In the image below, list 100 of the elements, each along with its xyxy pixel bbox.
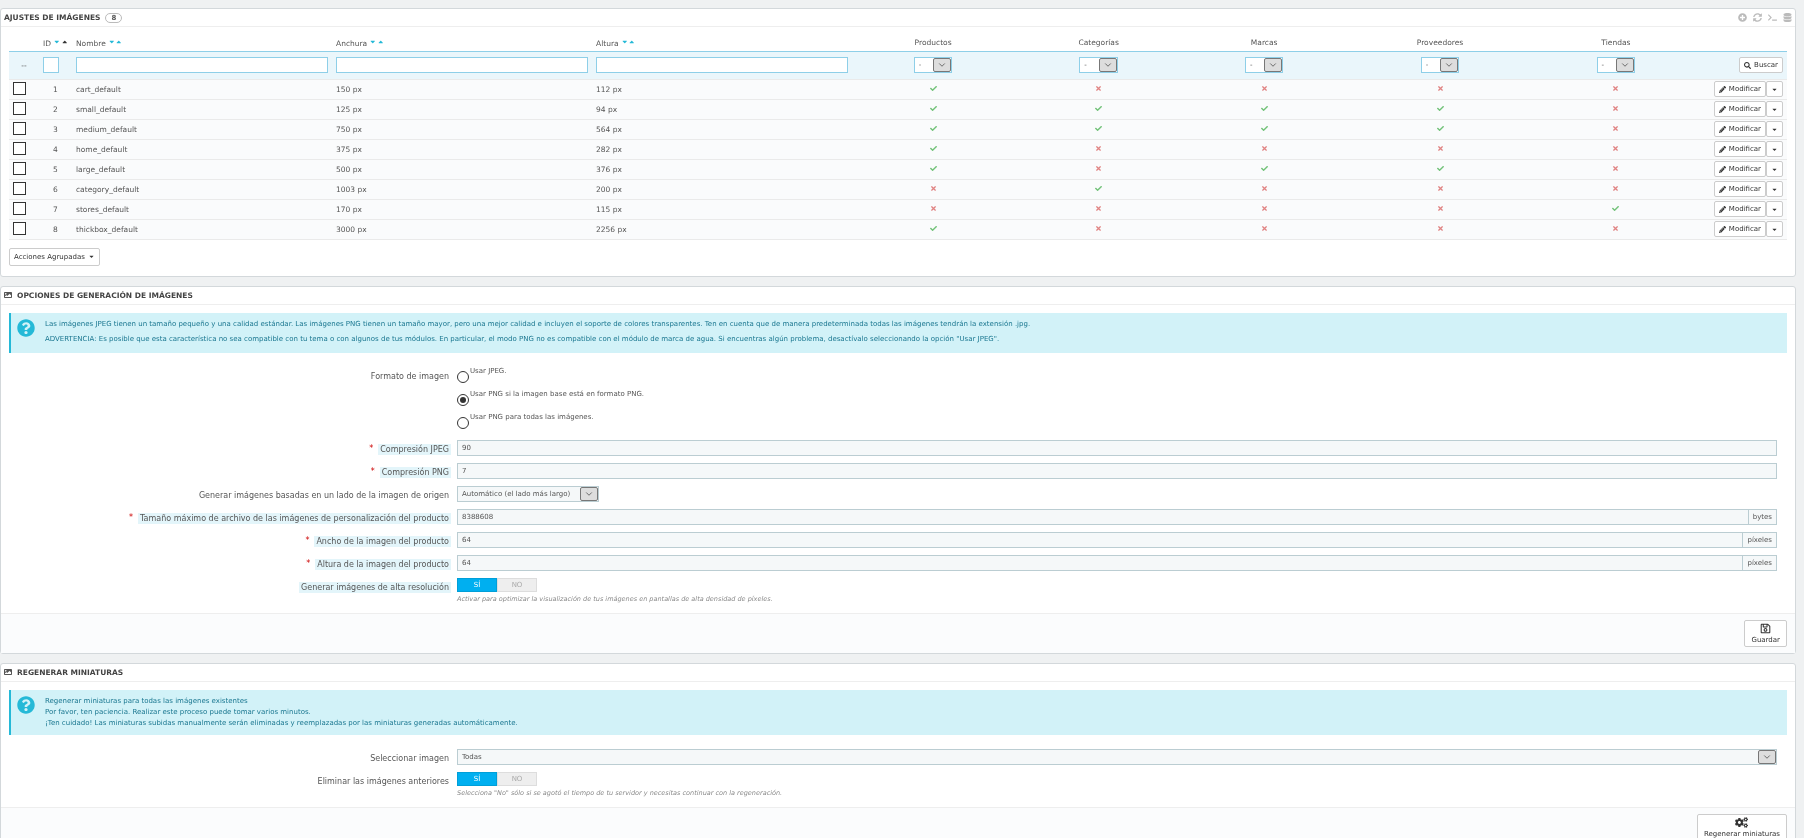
row-checkbox[interactable]: [13, 201, 26, 215]
radio-button[interactable]: [457, 393, 469, 406]
pencil-icon: [1718, 225, 1726, 233]
row-checkbox[interactable]: [13, 101, 26, 115]
field-label: Generar imágenes de alta resolución: [299, 581, 451, 593]
cross-icon: [1612, 184, 1620, 192]
field-label: Tamaño máximo de archivo de las imágenes de personalización del producto: [138, 512, 451, 524]
cross-icon: [1436, 184, 1444, 192]
row-checkbox[interactable]: [13, 181, 26, 195]
cross-icon: [1260, 204, 1268, 212]
radio-button[interactable]: [457, 416, 469, 429]
cross-icon: [1095, 204, 1103, 212]
filter-field[interactable]: [596, 57, 848, 73]
check-icon: [1612, 204, 1620, 212]
row-checkbox[interactable]: [13, 121, 26, 135]
dropdown-toggle[interactable]: [1766, 201, 1783, 217]
chevron-icon: [1620, 60, 1631, 70]
chevron-icon: [1268, 60, 1279, 70]
chevron-icon: [937, 60, 948, 70]
cross-icon: [929, 184, 937, 192]
dropdown-toggle[interactable]: [1766, 121, 1783, 137]
check-icon: [1436, 124, 1444, 132]
radio-button[interactable]: [457, 370, 469, 383]
check-icon: [929, 124, 937, 132]
add-icon[interactable]: [1738, 13, 1747, 22]
check-icon: [1095, 184, 1103, 192]
cross-icon: [1436, 84, 1444, 92]
dropdown-toggle[interactable]: [1766, 221, 1783, 237]
check-icon: [1436, 104, 1444, 112]
dropdown-toggle[interactable]: [1766, 141, 1783, 157]
check-icon: [1260, 124, 1268, 132]
terminal-icon[interactable]: [1768, 13, 1777, 22]
cross-icon: [1612, 84, 1620, 92]
dropdown-toggle[interactable]: [1766, 181, 1783, 197]
cross-icon: [1612, 124, 1620, 132]
pencil-icon: [1718, 125, 1726, 133]
pencil-icon: [1718, 185, 1726, 193]
cross-icon: [1095, 144, 1103, 152]
row-checkbox[interactable]: [13, 161, 26, 175]
check-icon: [929, 84, 937, 92]
check-icon: [1260, 164, 1268, 172]
cross-icon: [1260, 84, 1268, 92]
pencil-icon: [1718, 105, 1726, 113]
row-checkbox[interactable]: [13, 81, 26, 95]
pencil-icon: [1718, 165, 1726, 173]
caret-icon: [87, 253, 95, 260]
dropdown-toggle[interactable]: [1766, 161, 1783, 177]
row-checkbox[interactable]: [13, 141, 26, 155]
field-label: Ancho de la imagen del producto: [314, 535, 451, 547]
check-icon: [929, 224, 937, 232]
dropdown-toggle[interactable]: [1766, 81, 1783, 97]
filter-field[interactable]: [43, 57, 59, 73]
chevron-icon: [1102, 60, 1113, 70]
sort-down-icon[interactable]: [107, 38, 116, 46]
field-label: Eliminar las imágenes anteriores: [316, 775, 450, 787]
check-icon: [1436, 164, 1444, 172]
image-icon: [4, 668, 12, 676]
cross-icon: [1612, 224, 1620, 232]
help-icon: [17, 695, 35, 714]
field-label: Compresión JPEG: [378, 443, 451, 455]
filter-field[interactable]: [76, 57, 328, 73]
check-icon: [1260, 104, 1268, 112]
cross-icon: [1095, 84, 1103, 92]
help-icon: [17, 318, 35, 337]
field-label: Formato de imagen: [369, 370, 450, 382]
row-checkbox[interactable]: [13, 221, 26, 235]
filter-field[interactable]: [336, 57, 588, 73]
sort-down-icon[interactable]: [620, 38, 629, 46]
check-icon: [1095, 124, 1103, 132]
cross-icon: [1436, 144, 1444, 152]
sort-down-icon[interactable]: [369, 38, 377, 46]
cross-icon: [1612, 104, 1620, 112]
field-label: Seleccionar imagen: [369, 752, 450, 764]
check-icon: [929, 144, 937, 152]
cross-icon: [1095, 164, 1103, 172]
database-icon[interactable]: [1783, 13, 1792, 22]
sort-up-icon[interactable]: [60, 38, 68, 46]
pencil-icon: [1718, 205, 1726, 213]
cross-icon: [929, 204, 937, 212]
required-mark: *: [129, 512, 134, 522]
cross-icon: [1436, 204, 1444, 212]
cross-icon: [1095, 224, 1103, 232]
gears-icon: [1735, 816, 1749, 828]
check-icon: [1095, 104, 1103, 112]
image-icon: [4, 291, 12, 299]
required-mark: *: [305, 535, 310, 545]
refresh-icon[interactable]: [1753, 13, 1762, 22]
save-icon: [1759, 622, 1773, 634]
cross-icon: [1260, 144, 1268, 152]
check-icon: [929, 164, 937, 172]
pencil-icon: [1718, 85, 1726, 93]
cross-icon: [1612, 144, 1620, 152]
field-label: Compresión PNG: [379, 466, 451, 478]
pencil-icon: [1718, 145, 1726, 153]
search-icon: [1744, 61, 1752, 69]
cross-icon: [1612, 164, 1620, 172]
required-mark: *: [306, 558, 311, 568]
cross-icon: [1260, 224, 1268, 232]
dropdown-toggle[interactable]: [1766, 101, 1783, 117]
check-icon: [929, 104, 937, 112]
